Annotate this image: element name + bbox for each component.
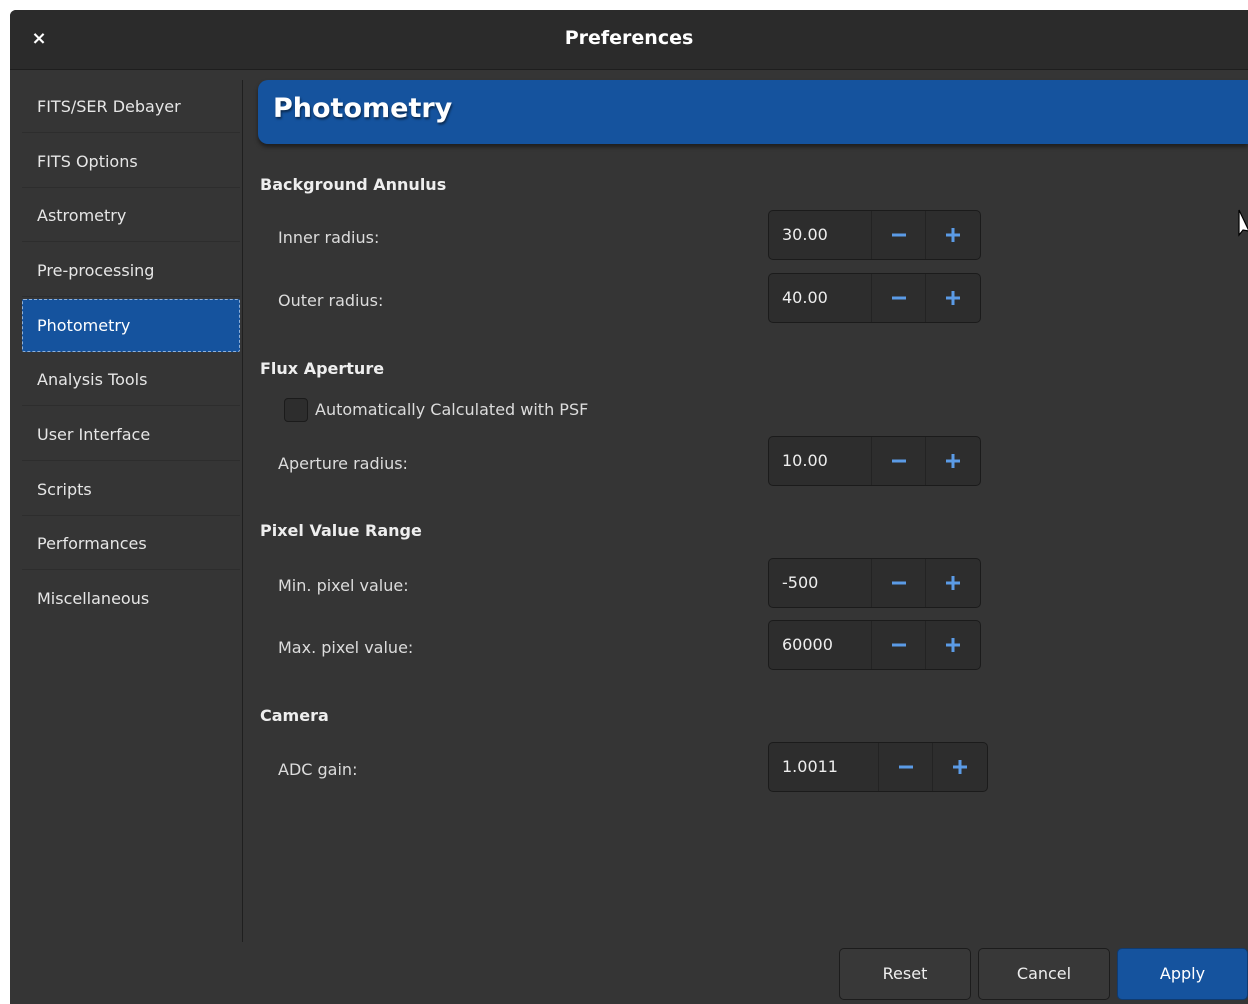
aperture-radius-label: Aperture radius: bbox=[278, 454, 408, 473]
min-pixel-decrement-button[interactable] bbox=[872, 559, 926, 607]
outer-radius-spinner: 40.00 bbox=[768, 273, 981, 323]
inner-radius-input[interactable]: 30.00 bbox=[769, 211, 872, 259]
window-title: Preferences bbox=[564, 27, 694, 49]
sidebar-item-fits-ser-debayer[interactable]: FITS/SER Debayer bbox=[22, 80, 240, 133]
cancel-button[interactable]: Cancel bbox=[978, 948, 1110, 1000]
max-pixel-spinner: 60000 bbox=[768, 620, 981, 670]
max-pixel-decrement-button[interactable] bbox=[872, 621, 926, 669]
adc-gain-increment-button[interactable] bbox=[933, 743, 987, 791]
minus-icon bbox=[891, 459, 906, 463]
plus-icon bbox=[953, 760, 967, 774]
max-pixel-input[interactable]: 60000 bbox=[769, 621, 872, 669]
max-pixel-label: Max. pixel value: bbox=[278, 638, 414, 657]
page-title: Photometry bbox=[273, 93, 453, 124]
plus-icon bbox=[946, 454, 960, 468]
sidebar-item-miscellaneous[interactable]: Miscellaneous bbox=[22, 572, 240, 625]
aperture-radius-input[interactable]: 10.00 bbox=[769, 437, 872, 485]
preferences-window: × Preferences FITS/SER Debayer FITS Opti… bbox=[10, 10, 1248, 1004]
group-heading-camera: Camera bbox=[260, 706, 329, 725]
adc-gain-input[interactable]: 1.0011 bbox=[769, 743, 879, 791]
sidebar-item-fits-options[interactable]: FITS Options bbox=[22, 135, 240, 188]
adc-gain-label: ADC gain: bbox=[278, 760, 358, 779]
auto-psf-label[interactable]: Automatically Calculated with PSF bbox=[315, 400, 588, 419]
min-pixel-label: Min. pixel value: bbox=[278, 576, 409, 595]
plus-icon bbox=[946, 228, 960, 242]
group-heading-flux-aperture: Flux Aperture bbox=[260, 359, 385, 378]
sidebar-item-photometry[interactable]: Photometry bbox=[22, 299, 240, 352]
min-pixel-increment-button[interactable] bbox=[926, 559, 980, 607]
minus-icon bbox=[891, 233, 906, 237]
sidebar: FITS/SER Debayer FITS Options Astrometry… bbox=[10, 80, 243, 942]
minus-icon bbox=[891, 581, 906, 585]
aperture-radius-increment-button[interactable] bbox=[926, 437, 980, 485]
title-bar: × Preferences bbox=[10, 10, 1248, 70]
sidebar-item-scripts[interactable]: Scripts bbox=[22, 463, 240, 516]
inner-radius-increment-button[interactable] bbox=[926, 211, 980, 259]
plus-icon bbox=[946, 291, 960, 305]
inner-radius-spinner: 30.00 bbox=[768, 210, 981, 260]
sidebar-item-user-interface[interactable]: User Interface bbox=[22, 408, 240, 461]
aperture-radius-decrement-button[interactable] bbox=[872, 437, 926, 485]
sidebar-item-performances[interactable]: Performances bbox=[22, 517, 240, 570]
section-title-banner: Photometry bbox=[258, 80, 1248, 144]
outer-radius-input[interactable]: 40.00 bbox=[769, 274, 872, 322]
sidebar-item-astrometry[interactable]: Astrometry bbox=[22, 189, 240, 242]
outer-radius-increment-button[interactable] bbox=[926, 274, 980, 322]
min-pixel-spinner: -500 bbox=[768, 558, 981, 608]
outer-radius-decrement-button[interactable] bbox=[872, 274, 926, 322]
plus-icon bbox=[946, 638, 960, 652]
auto-psf-checkbox[interactable] bbox=[284, 398, 308, 422]
plus-icon bbox=[946, 576, 960, 590]
sidebar-item-analysis-tools[interactable]: Analysis Tools bbox=[22, 353, 240, 406]
adc-gain-decrement-button[interactable] bbox=[879, 743, 933, 791]
apply-button[interactable]: Apply bbox=[1117, 948, 1248, 1000]
minus-icon bbox=[891, 296, 906, 300]
minus-icon bbox=[891, 643, 906, 647]
group-heading-pixel-value-range: Pixel Value Range bbox=[260, 521, 422, 540]
minus-icon bbox=[898, 765, 913, 769]
reset-button[interactable]: Reset bbox=[839, 948, 971, 1000]
adc-gain-spinner: 1.0011 bbox=[768, 742, 988, 792]
sidebar-item-pre-processing[interactable]: Pre-processing bbox=[22, 244, 240, 297]
outer-radius-label: Outer radius: bbox=[278, 291, 384, 310]
min-pixel-input[interactable]: -500 bbox=[769, 559, 872, 607]
aperture-radius-spinner: 10.00 bbox=[768, 436, 981, 486]
max-pixel-increment-button[interactable] bbox=[926, 621, 980, 669]
mouse-pointer-icon bbox=[1238, 209, 1248, 237]
group-heading-background-annulus: Background Annulus bbox=[260, 175, 447, 194]
inner-radius-decrement-button[interactable] bbox=[872, 211, 926, 259]
inner-radius-label: Inner radius: bbox=[278, 228, 380, 247]
